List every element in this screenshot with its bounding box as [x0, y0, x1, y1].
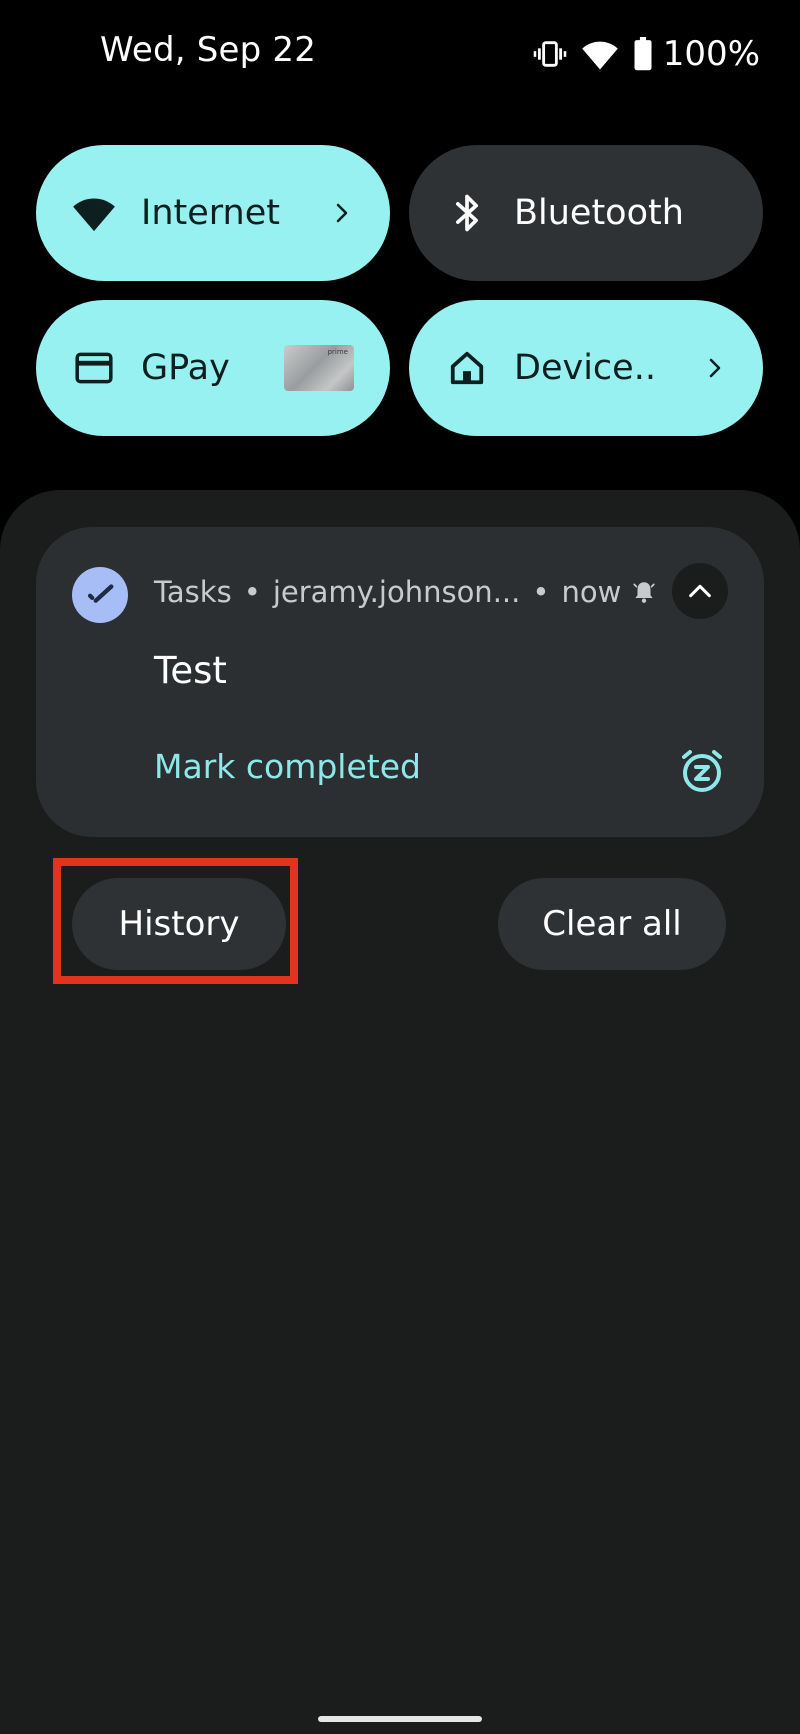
clear-all-button[interactable]: Clear all: [498, 878, 726, 970]
tile-device-controls[interactable]: Device..: [409, 300, 763, 436]
notification-header: Tasks • jeramy.johnson... • now: [154, 575, 657, 609]
status-icons: 100%: [533, 32, 760, 76]
battery-icon: [633, 37, 653, 71]
card-brand-text: prime: [327, 348, 348, 356]
separator-dot: •: [243, 575, 261, 609]
tile-internet[interactable]: Internet: [36, 145, 390, 281]
tile-label: GPay: [141, 348, 230, 388]
home-icon: [445, 346, 489, 390]
payment-card-image: prime: [284, 345, 354, 391]
snooze-icon: [682, 750, 722, 792]
snooze-button[interactable]: [676, 745, 728, 797]
tile-bluetooth[interactable]: Bluetooth: [409, 145, 763, 281]
notification-card[interactable]: Tasks • jeramy.johnson... • now Test Mar…: [36, 527, 764, 837]
card-icon: [72, 346, 116, 390]
chevron-right-icon: [709, 358, 721, 378]
notification-title: Test: [154, 649, 227, 692]
tile-label: Internet: [141, 193, 280, 233]
notification-app-name: Tasks: [154, 575, 232, 609]
tile-gpay[interactable]: GPay prime: [36, 300, 390, 436]
tile-label: Device..: [514, 348, 656, 388]
bluetooth-icon: [445, 191, 489, 235]
wifi-icon: [72, 191, 116, 235]
gesture-nav-handle[interactable]: [318, 1716, 482, 1722]
separator-dot: •: [532, 575, 550, 609]
tile-label: Bluetooth: [514, 193, 684, 233]
wifi-icon: [581, 37, 619, 71]
highlight-annotation-box: [53, 858, 298, 984]
status-date: Wed, Sep 22: [100, 30, 317, 70]
chevron-up-icon: [689, 584, 711, 598]
notification-account: jeramy.johnson...: [272, 575, 521, 609]
collapse-notification-button[interactable]: [672, 563, 728, 619]
battery-percent: 100%: [662, 34, 760, 74]
bell-icon: [631, 579, 657, 605]
chevron-right-icon: [336, 203, 348, 223]
tasks-app-icon: [72, 567, 128, 623]
mark-completed-button[interactable]: Mark completed: [154, 747, 421, 786]
notification-time: now: [561, 575, 622, 609]
vibrate-icon: [533, 37, 567, 71]
